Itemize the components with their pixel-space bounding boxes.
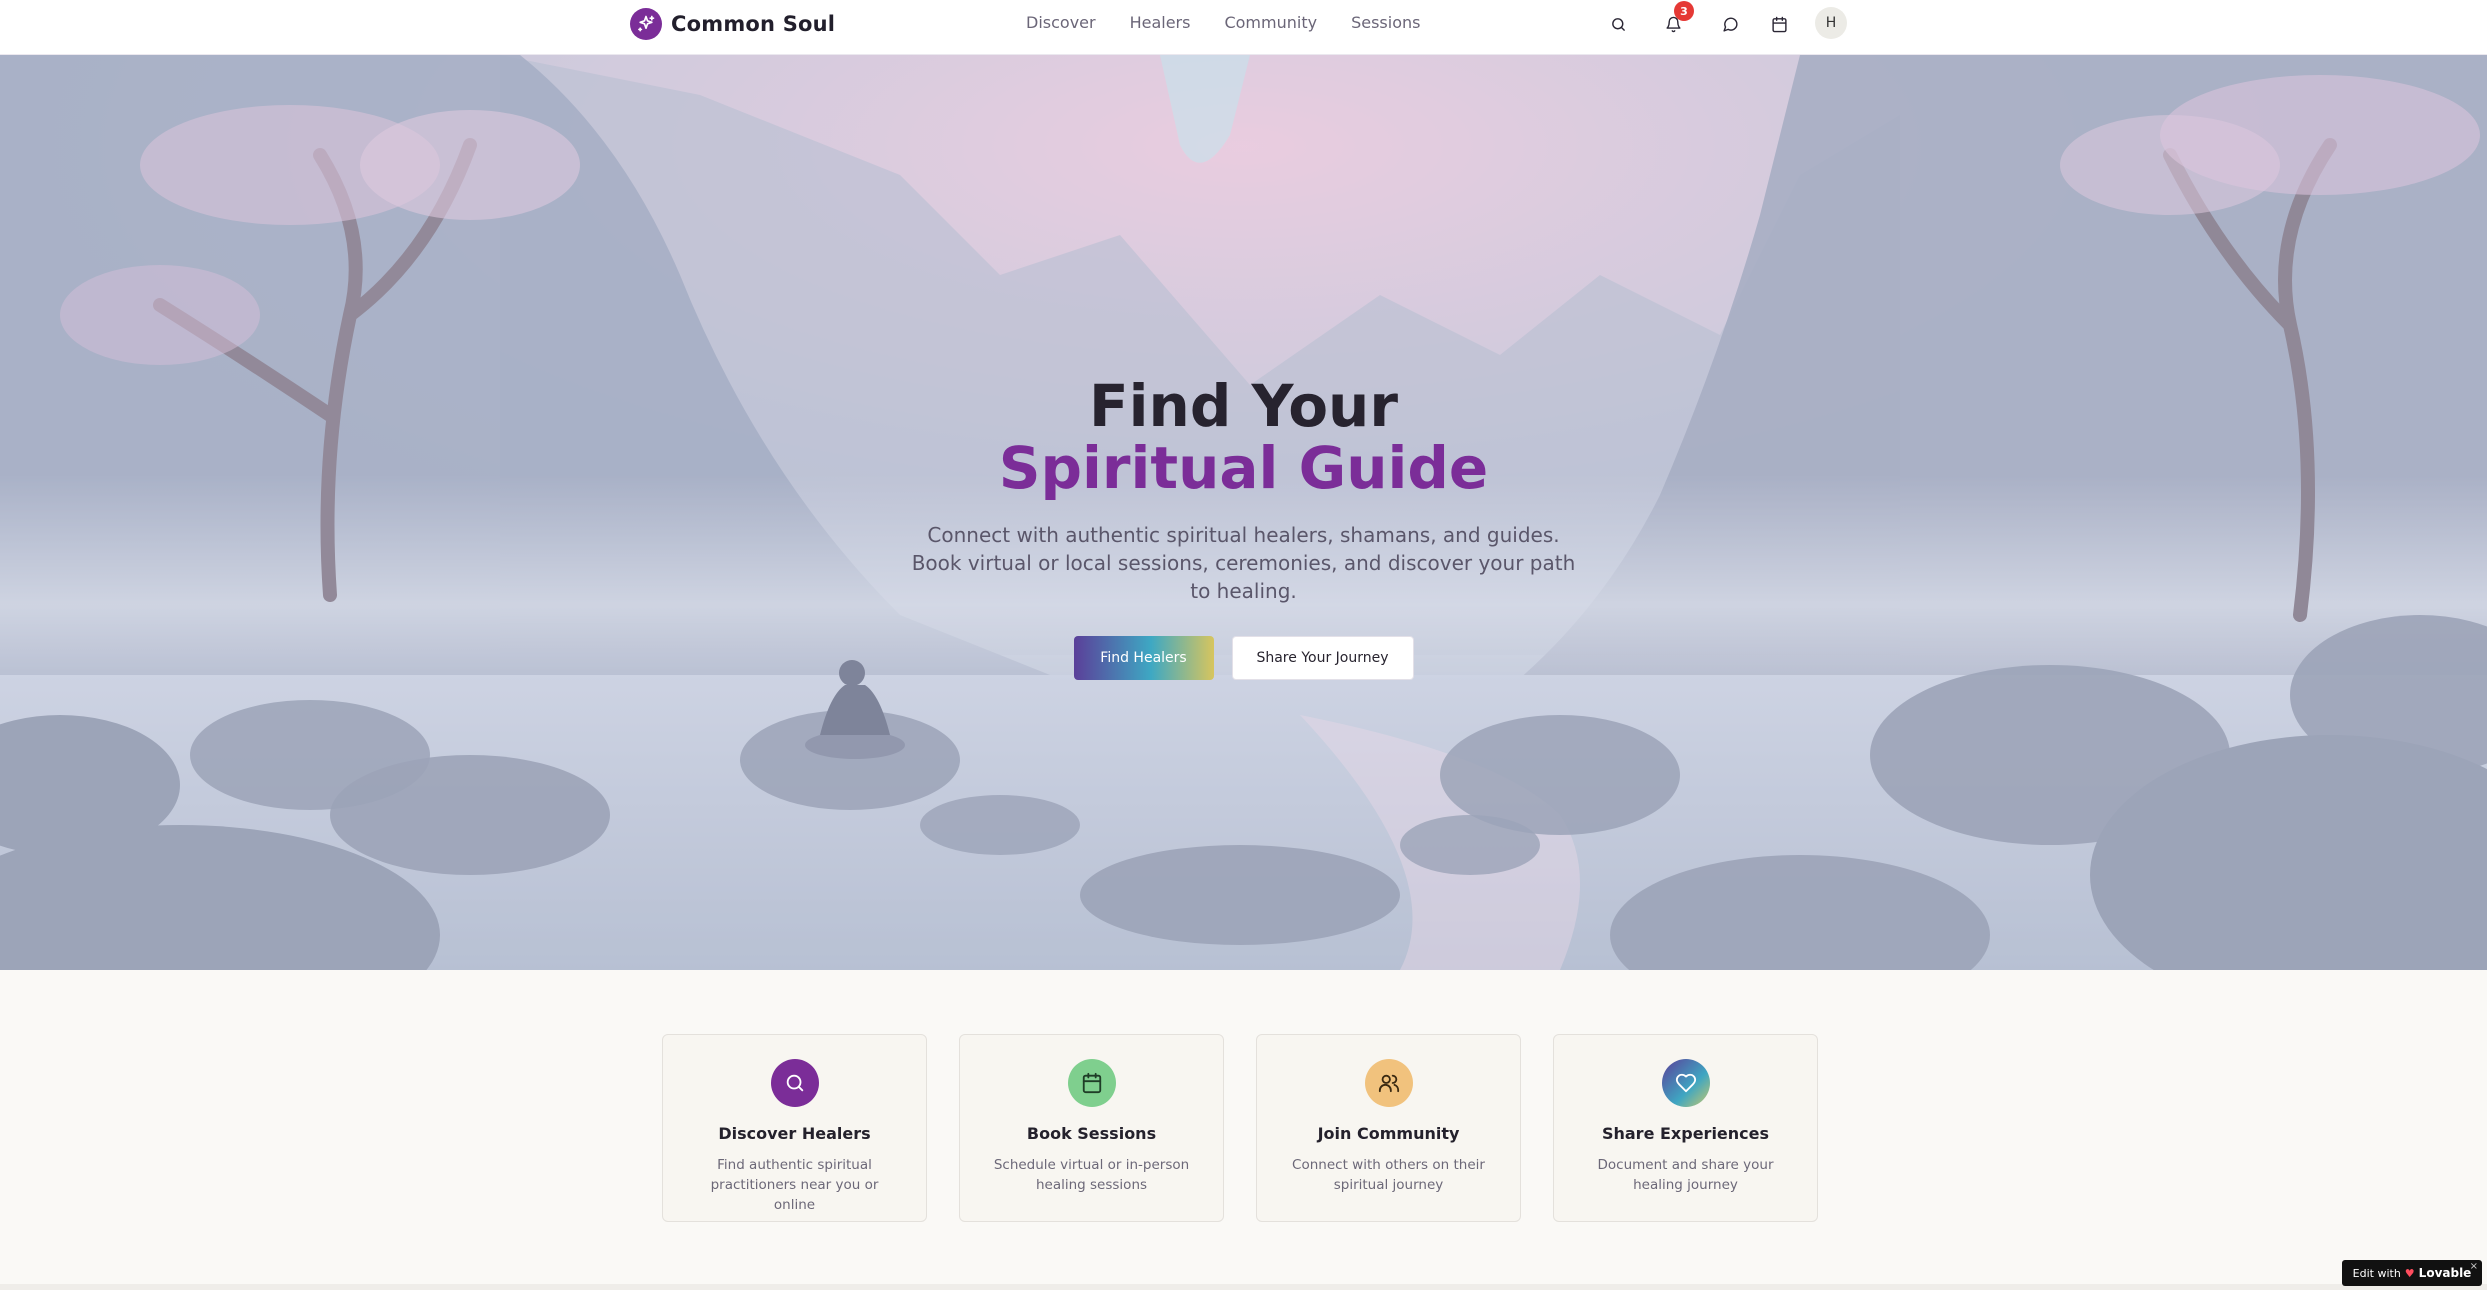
feature-card-join-community[interactable]: Join Community Connect with others on th…: [1256, 1034, 1521, 1222]
top-navbar: Common Soul Discover Healers Community S…: [0, 0, 2487, 55]
feature-title: Book Sessions: [1026, 1124, 1157, 1143]
heart-icon: [1661, 1059, 1710, 1107]
nav-link-discover[interactable]: Discover: [1026, 13, 1096, 35]
find-healers-button[interactable]: Find Healers: [1073, 636, 1214, 680]
calendar-button[interactable]: [1764, 9, 1794, 39]
search-icon: [770, 1059, 819, 1107]
share-journey-button[interactable]: Share Your Journey: [1231, 636, 1414, 680]
hero-title-line2: Spiritual Guide: [998, 434, 1489, 502]
logo-text: Common Soul: [671, 12, 836, 36]
main-nav: Discover Healers Community Sessions: [1026, 13, 1420, 35]
feature-description: Schedule virtual or in-person healing se…: [993, 1157, 1190, 1193]
feature-description: Document and share your healing journey: [1597, 1157, 1774, 1193]
feature-card-share-experiences[interactable]: Share Experiences Document and share you…: [1553, 1034, 1818, 1222]
hero-section: Find Your Spiritual Guide Connect with a…: [0, 55, 2487, 970]
lovable-heart-icon: ♥: [2404, 1266, 2415, 1280]
footer-divider: [0, 1284, 2487, 1290]
hero-buttons: Find Healers Share Your Journey: [0, 636, 2487, 680]
feature-title: Discover Healers: [718, 1124, 871, 1143]
users-icon: [1364, 1059, 1413, 1107]
feature-title: Join Community: [1317, 1124, 1460, 1143]
calendar-icon: [1771, 16, 1787, 32]
sparkle-logo-icon: [630, 8, 662, 40]
close-badge-icon[interactable]: ×: [2470, 1261, 2478, 1272]
feature-card-book-sessions[interactable]: Book Sessions Schedule virtual or in-per…: [959, 1034, 1224, 1222]
badge-prefix: Edit with: [2352, 1266, 2401, 1280]
edit-with-lovable-badge[interactable]: Edit with ♥ Lovable ×: [2342, 1260, 2482, 1286]
nav-link-healers[interactable]: Healers: [1130, 13, 1191, 35]
hero-title-line1: Find Your: [1089, 372, 1398, 440]
notification-count-badge: 3: [1674, 1, 1694, 21]
feature-description: Connect with others on their spiritual j…: [1292, 1157, 1485, 1193]
messages-button[interactable]: [1715, 9, 1745, 39]
hero-subtitle: Connect with authentic spiritual healers…: [911, 523, 1576, 603]
message-icon: [1722, 17, 1738, 32]
feature-title: Share Experiences: [1601, 1124, 1770, 1143]
features-section: Discover Healers Find authentic spiritua…: [662, 1034, 1818, 1222]
feature-card-discover-healers[interactable]: Discover Healers Find authentic spiritua…: [662, 1034, 927, 1222]
calendar-icon: [1067, 1059, 1116, 1107]
notifications-button[interactable]: 3: [1658, 1, 1694, 39]
user-avatar[interactable]: H: [1815, 7, 1847, 39]
nav-link-sessions[interactable]: Sessions: [1351, 13, 1420, 35]
hero-content: Find Your Spiritual Guide Connect with a…: [0, 375, 2487, 680]
nav-link-community[interactable]: Community: [1224, 13, 1317, 35]
search-button[interactable]: [1603, 9, 1633, 39]
feature-description: Find authentic spiritual practitioners n…: [710, 1157, 879, 1213]
logo[interactable]: Common Soul: [630, 7, 835, 41]
badge-brand: Lovable: [2418, 1266, 2472, 1280]
search-icon: [1611, 17, 1625, 31]
